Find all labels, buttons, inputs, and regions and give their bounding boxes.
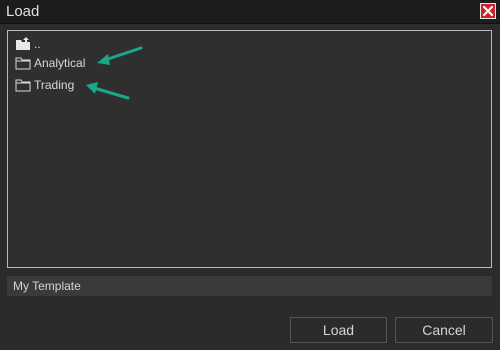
annotation-arrow-analytical (97, 46, 143, 65)
template-name-field[interactable] (7, 276, 492, 296)
folder-up-icon (16, 37, 30, 50)
load-button[interactable]: Load (290, 317, 387, 343)
list-item-parent[interactable]: .. (15, 35, 41, 53)
folder-icon (15, 57, 31, 70)
annotation-arrow-trading (86, 82, 130, 100)
list-item-label: .. (34, 37, 41, 51)
window-title: Load (6, 3, 40, 20)
folder-icon (15, 79, 31, 92)
load-dialog: Load .. Analytical Trading My Template L… (0, 0, 500, 350)
list-item-label: Analytical (34, 56, 86, 70)
close-button[interactable] (480, 3, 496, 19)
title-bar: Load (0, 0, 500, 24)
close-icon (483, 6, 493, 16)
list-item-trading[interactable]: Trading (15, 76, 74, 94)
file-list[interactable]: .. Analytical Trading (7, 30, 492, 268)
list-item-analytical[interactable]: Analytical (15, 54, 85, 72)
list-item-label: Trading (34, 78, 75, 92)
cancel-button[interactable]: Cancel (395, 317, 493, 343)
